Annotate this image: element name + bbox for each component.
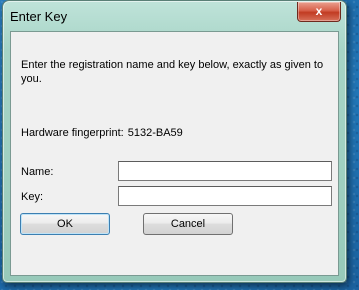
fingerprint-label: Hardware fingerprint: [21, 127, 124, 139]
fingerprint-value: 5132-BA59 [127, 127, 183, 139]
cancel-button[interactable]: Cancel [143, 213, 233, 235]
name-label: Name: [21, 166, 54, 178]
key-label: Key: [21, 191, 44, 203]
close-button[interactable]: x [297, 2, 341, 22]
instructions-text: Enter the registration name and key belo… [21, 59, 324, 85]
dialog-body: Enter the registration name and key belo… [10, 31, 339, 276]
key-input[interactable] [118, 186, 332, 206]
hardware-fingerprint: Hardware fingerprint: 5132-BA59 [21, 127, 183, 139]
name-input[interactable] [118, 161, 332, 181]
enter-key-dialog: Enter Key x Enter the registration name … [2, 0, 347, 283]
title-bar[interactable]: Enter Key x [3, 1, 346, 31]
ok-button[interactable]: OK [20, 213, 110, 235]
dialog-title: Enter Key [10, 9, 68, 24]
close-icon: x [315, 4, 323, 18]
